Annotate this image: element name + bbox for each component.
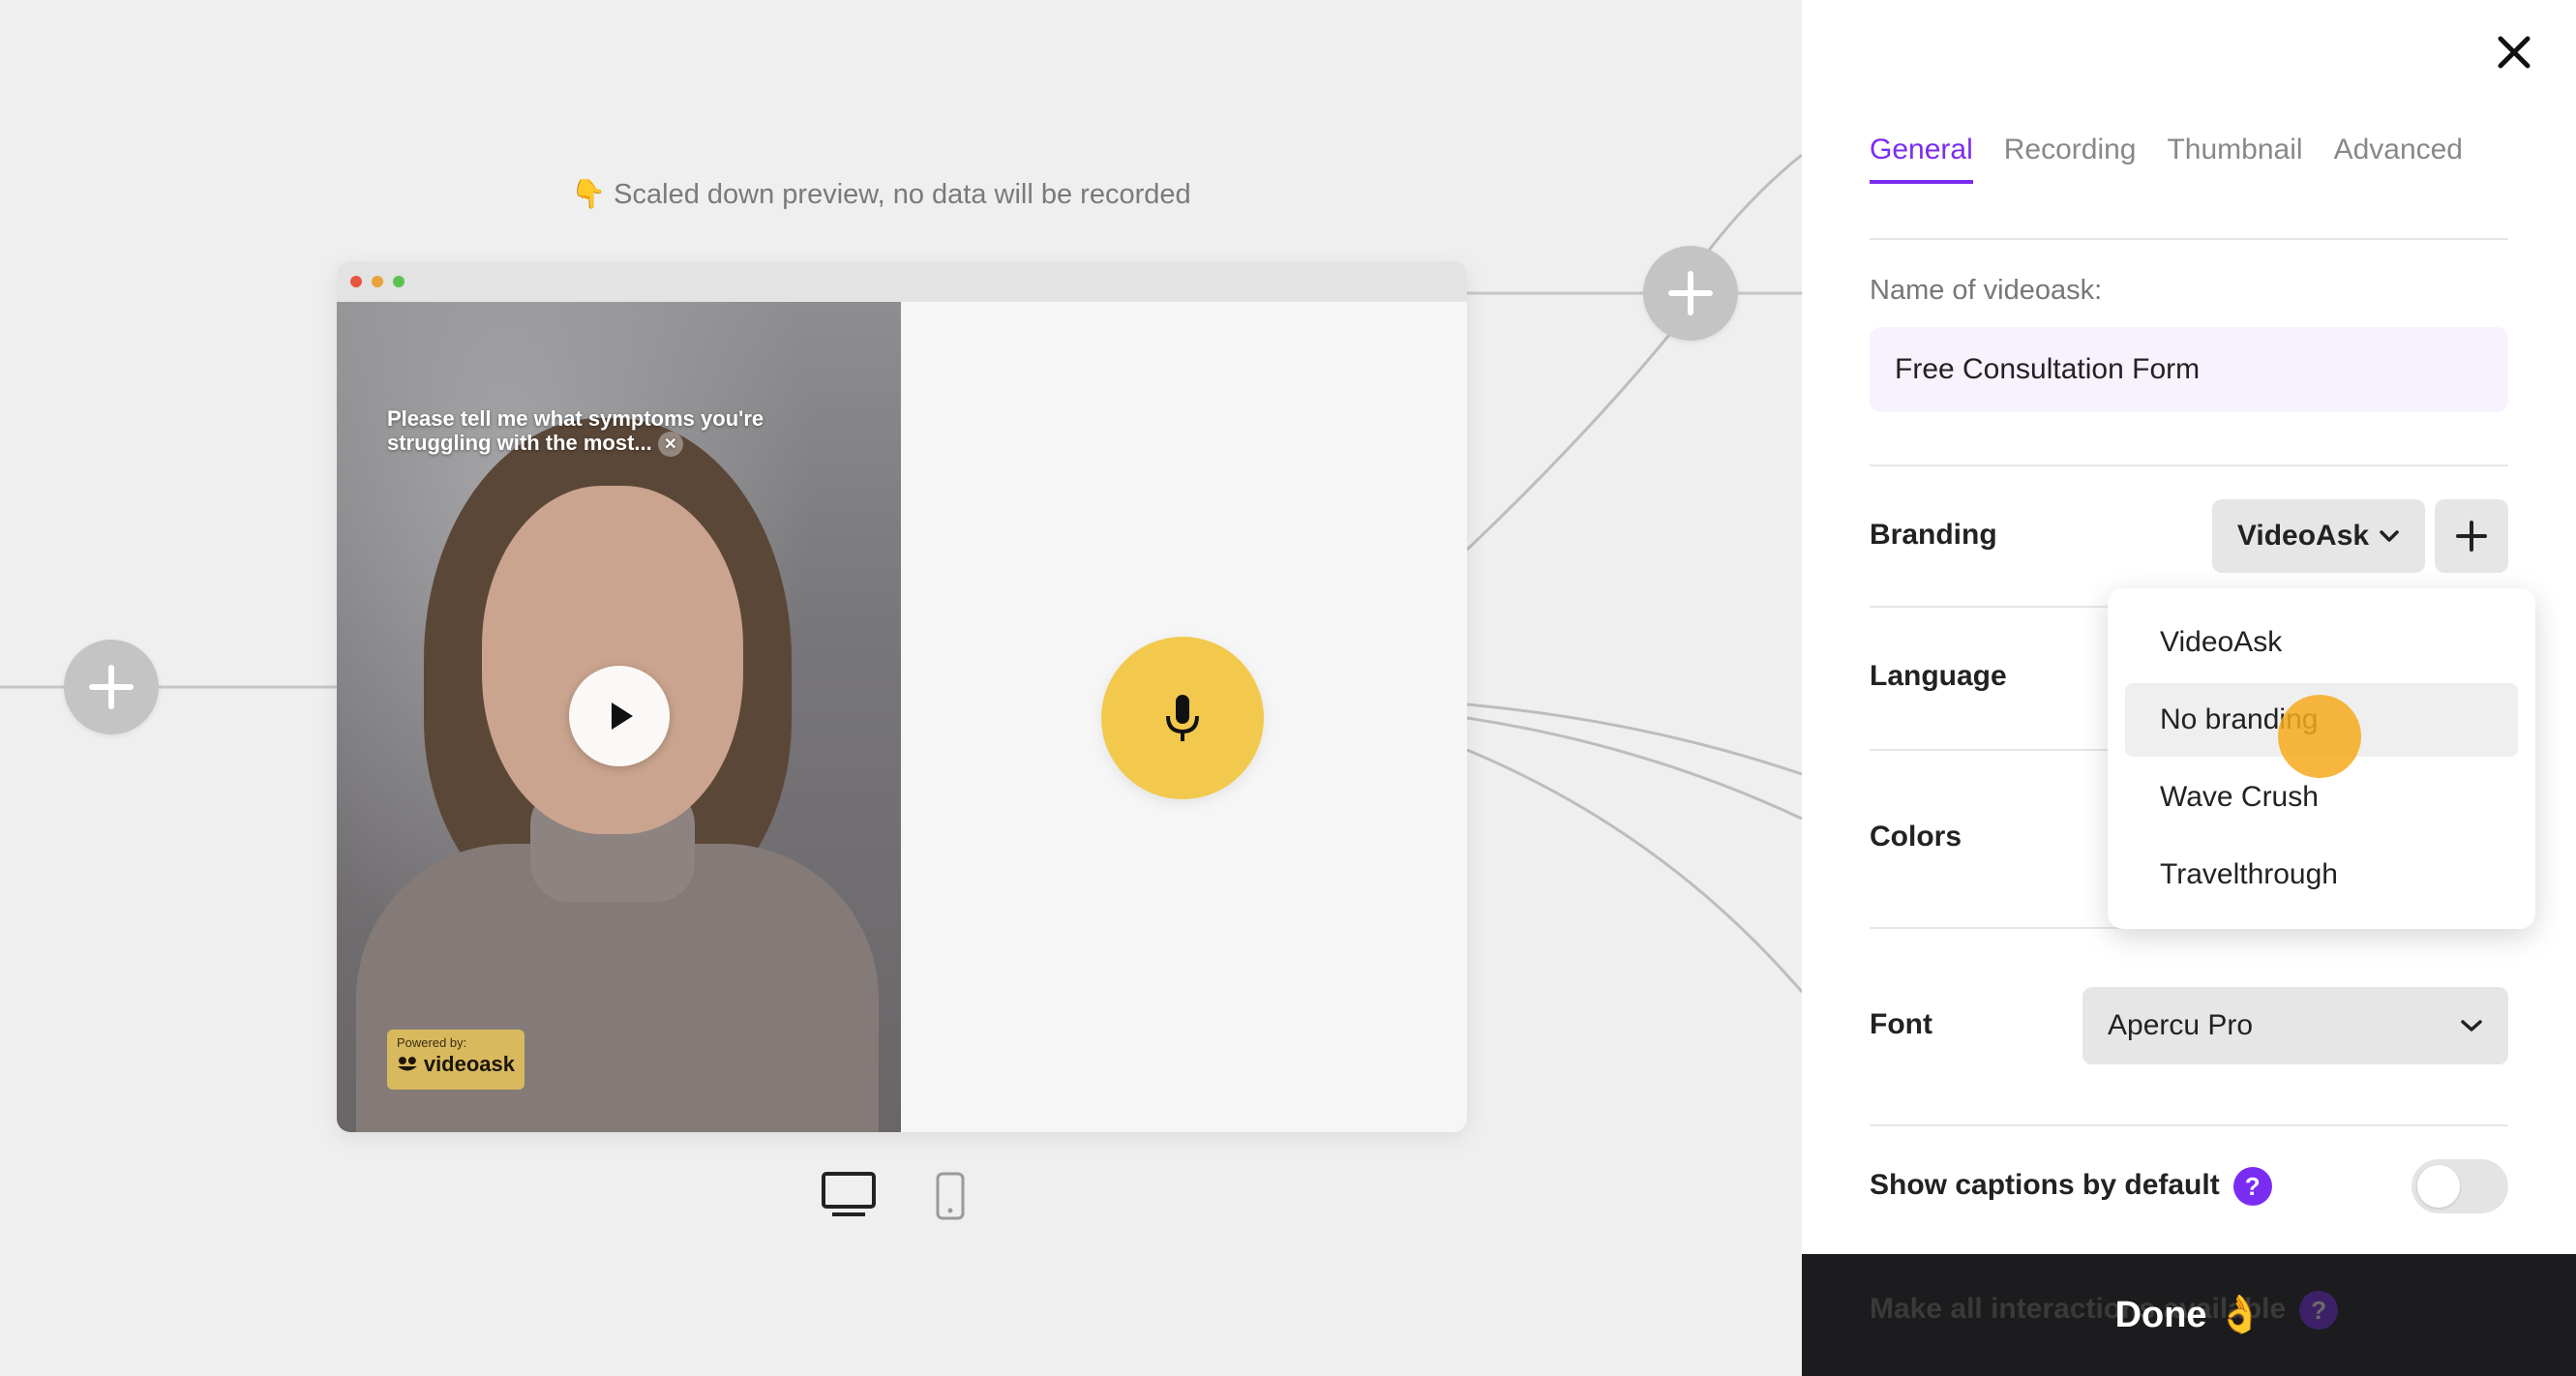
powered-by-label: Powered by: <box>397 1035 467 1050</box>
video-frame-face <box>482 486 743 834</box>
branding-label: Branding <box>1870 519 1997 551</box>
settings-tabs: General Recording Thumbnail Advanced <box>1870 134 2463 184</box>
tab-general[interactable]: General <box>1870 134 1973 184</box>
close-icon[interactable] <box>2491 29 2537 75</box>
plus-icon <box>89 665 134 709</box>
branding-select[interactable]: VideoAsk <box>2212 499 2425 573</box>
name-label: Name of videoask: <box>1870 275 2103 306</box>
tab-advanced[interactable]: Advanced <box>2334 134 2463 184</box>
toggle-knob <box>2417 1165 2460 1208</box>
window-close-dot <box>350 276 362 287</box>
divider <box>1870 238 2508 240</box>
divider <box>1870 464 2508 466</box>
branding-option-travelthrough[interactable]: Travelthrough <box>2125 838 2518 912</box>
window-minimize-dot <box>372 276 383 287</box>
settings-panel: General Recording Thumbnail Advanced Nam… <box>1802 0 2576 1376</box>
video-player[interactable]: Please tell me what symptoms you're stru… <box>337 302 901 1132</box>
microphone-icon <box>1166 695 1199 741</box>
colors-label: Colors <box>1870 821 1962 853</box>
add-branding-button[interactable] <box>2435 499 2508 573</box>
done-label: Done 👌 <box>2114 1295 2263 1335</box>
caption-close-icon[interactable]: ✕ <box>657 432 683 458</box>
captions-row: Show captions by default? <box>1870 1167 2272 1206</box>
record-audio-button[interactable] <box>1101 637 1264 799</box>
videoask-name-input[interactable] <box>1870 327 2508 412</box>
play-button[interactable] <box>569 666 670 766</box>
mobile-view-button[interactable] <box>935 1171 966 1221</box>
cursor-indicator <box>2278 695 2361 778</box>
font-label: Font <box>1870 1008 1932 1040</box>
tab-thumbnail[interactable]: Thumbnail <box>2167 134 2302 184</box>
font-select-value: Apercu Pro <box>2108 1009 2254 1041</box>
interactions-row: Make all interactions available? <box>1870 1291 2339 1330</box>
language-label: Language <box>1870 660 2007 692</box>
window-titlebar <box>337 261 1467 302</box>
flow-canvas: 👇 Scaled down preview, no data will be r… <box>0 0 1802 1376</box>
branding-option-videoask[interactable]: VideoAsk <box>2125 606 2518 679</box>
desktop-view-button[interactable] <box>821 1171 877 1217</box>
play-icon <box>612 703 633 730</box>
desktop-icon <box>822 1172 876 1216</box>
powered-by-brand: videoask <box>397 1052 515 1077</box>
done-button[interactable]: Make all interactions available? Done 👌 <box>1802 1254 2576 1376</box>
powered-by-brand-text: videoask <box>423 1052 515 1076</box>
plus-icon <box>2456 521 2487 552</box>
video-caption: Please tell me what symptoms you're stru… <box>387 406 803 458</box>
caption-text: Please tell me what symptoms you're stru… <box>387 406 764 455</box>
divider <box>1870 1124 2508 1126</box>
branding-select-value: VideoAsk <box>2236 520 2370 552</box>
window-maximize-dot <box>393 276 404 287</box>
help-icon[interactable]: ? <box>2232 1167 2272 1206</box>
add-step-button-left[interactable] <box>64 640 159 734</box>
preview-note: 👇 Scaled down preview, no data will be r… <box>571 179 1191 210</box>
chevron-down-icon <box>2461 1020 2482 1032</box>
help-icon: ? <box>2299 1291 2339 1330</box>
preview-window: Please tell me what symptoms you're stru… <box>337 261 1467 1132</box>
captions-label: Show captions by default <box>1870 1168 2220 1201</box>
tab-recording[interactable]: Recording <box>2004 134 2137 184</box>
chevron-down-icon <box>2380 530 2399 542</box>
powered-by-badge[interactable]: Powered by: videoask <box>387 1030 524 1090</box>
add-step-button-right[interactable] <box>1643 246 1738 341</box>
videoask-logo-icon <box>397 1057 417 1071</box>
plus-icon <box>1668 271 1713 315</box>
font-select[interactable]: Apercu Pro <box>2082 987 2508 1064</box>
mobile-icon <box>936 1172 965 1220</box>
captions-toggle[interactable] <box>2411 1159 2508 1213</box>
